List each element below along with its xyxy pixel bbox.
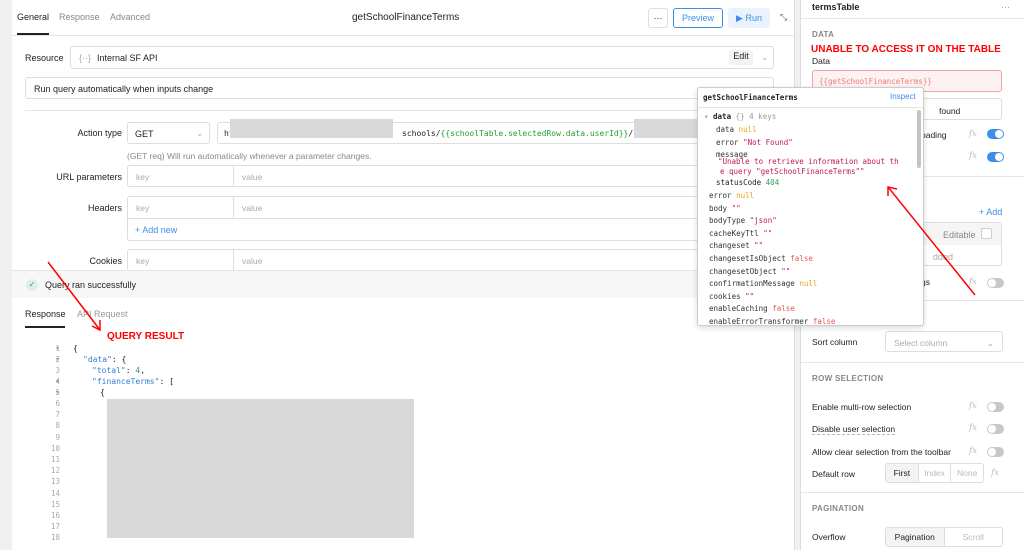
arrow-to-popover (887, 186, 976, 296)
arrow-to-result (47, 261, 101, 331)
annotation-arrows (47, 186, 976, 332)
